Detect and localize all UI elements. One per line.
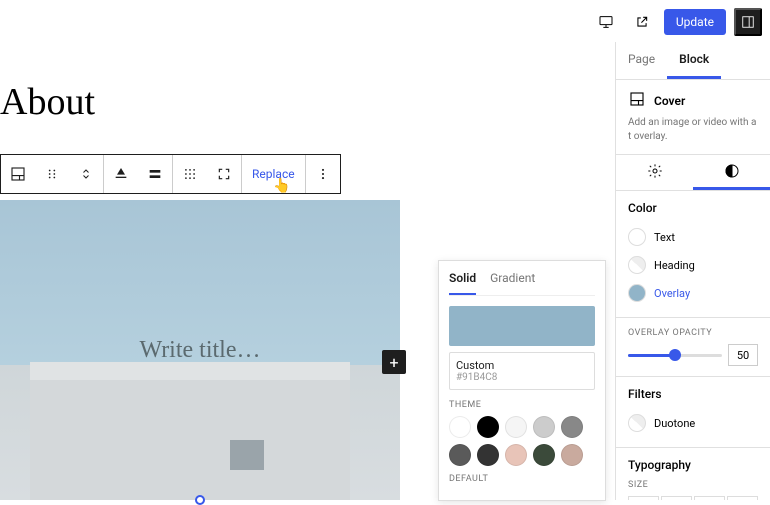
size-option[interactable]: M [661, 496, 692, 500]
tab-block[interactable]: Block [667, 42, 721, 79]
settings-toggle-button[interactable] [734, 8, 762, 36]
theme-swatch[interactable] [505, 416, 527, 438]
block-name: Cover [654, 94, 685, 108]
grid-button[interactable] [173, 155, 207, 193]
drag-handle[interactable] [35, 155, 69, 193]
size-option[interactable]: S [628, 496, 659, 500]
settings-sidebar: Page Block Cover Add an image or video w… [615, 42, 770, 500]
replace-media-button[interactable]: Replace👆 [242, 155, 305, 193]
align-button[interactable] [104, 155, 138, 193]
more-options-button[interactable] [306, 155, 340, 193]
filters-panel-title: Filters [628, 387, 758, 401]
theme-swatch[interactable] [505, 444, 527, 466]
cover-title-placeholder[interactable]: Write title… [140, 337, 261, 364]
color-heading-row[interactable]: Heading [628, 251, 758, 279]
block-description: Add an image or video with a t overlay. [628, 116, 758, 144]
tab-settings-icon[interactable] [616, 155, 693, 190]
typography-panel-title: Typography [628, 458, 758, 472]
tab-solid[interactable]: Solid [449, 271, 476, 295]
theme-label: THEME [449, 400, 595, 410]
custom-hex: #91B4C8 [456, 372, 588, 383]
resize-handle[interactable] [195, 495, 205, 505]
content-position-button[interactable] [138, 155, 172, 193]
theme-swatch[interactable] [533, 416, 555, 438]
color-text-row[interactable]: Text [628, 223, 758, 251]
theme-swatch[interactable] [477, 444, 499, 466]
cover-block[interactable]: Write title… + [0, 200, 400, 500]
page-title[interactable]: About [0, 80, 605, 124]
tab-page[interactable]: Page [616, 42, 667, 79]
color-panel-title: Color [628, 201, 758, 215]
cover-image-building [30, 380, 350, 500]
theme-swatch[interactable] [533, 444, 555, 466]
external-link-button[interactable] [628, 8, 656, 36]
theme-swatch[interactable] [449, 444, 471, 466]
cover-block-icon [628, 90, 646, 112]
color-popover: Solid Gradient Custom #91B4C8 THEME DEFA… [438, 260, 606, 501]
move-updown-button[interactable] [69, 155, 103, 193]
fullscreen-button[interactable] [207, 155, 241, 193]
size-label: SIZE [628, 480, 758, 490]
update-button[interactable]: Update [664, 9, 726, 35]
tab-gradient[interactable]: Gradient [490, 271, 535, 295]
block-type-button[interactable] [1, 155, 35, 193]
theme-swatch[interactable] [561, 416, 583, 438]
cursor-hand-icon: 👆 [273, 178, 290, 194]
custom-label: Custom [456, 359, 588, 372]
theme-swatch[interactable] [449, 416, 471, 438]
duotone-row[interactable]: Duotone [628, 409, 758, 437]
add-block-button[interactable]: + [382, 350, 406, 374]
size-option[interactable]: L [694, 496, 725, 500]
overlay-opacity-label: OVERLAY OPACITY [628, 328, 758, 338]
current-color-swatch[interactable] [449, 306, 595, 346]
tab-styles-icon[interactable] [693, 155, 770, 190]
color-overlay-row[interactable]: Overlay [628, 279, 758, 307]
custom-color-box[interactable]: Custom #91B4C8 [449, 352, 595, 390]
size-option[interactable]: XL [727, 496, 758, 500]
default-label: DEFAULT [449, 474, 595, 484]
opacity-slider[interactable] [628, 354, 722, 357]
block-toolbar: Replace👆 [0, 154, 341, 194]
view-desktop-button[interactable] [592, 8, 620, 36]
opacity-input[interactable] [728, 344, 758, 366]
theme-swatch[interactable] [477, 416, 499, 438]
theme-swatch[interactable] [561, 444, 583, 466]
